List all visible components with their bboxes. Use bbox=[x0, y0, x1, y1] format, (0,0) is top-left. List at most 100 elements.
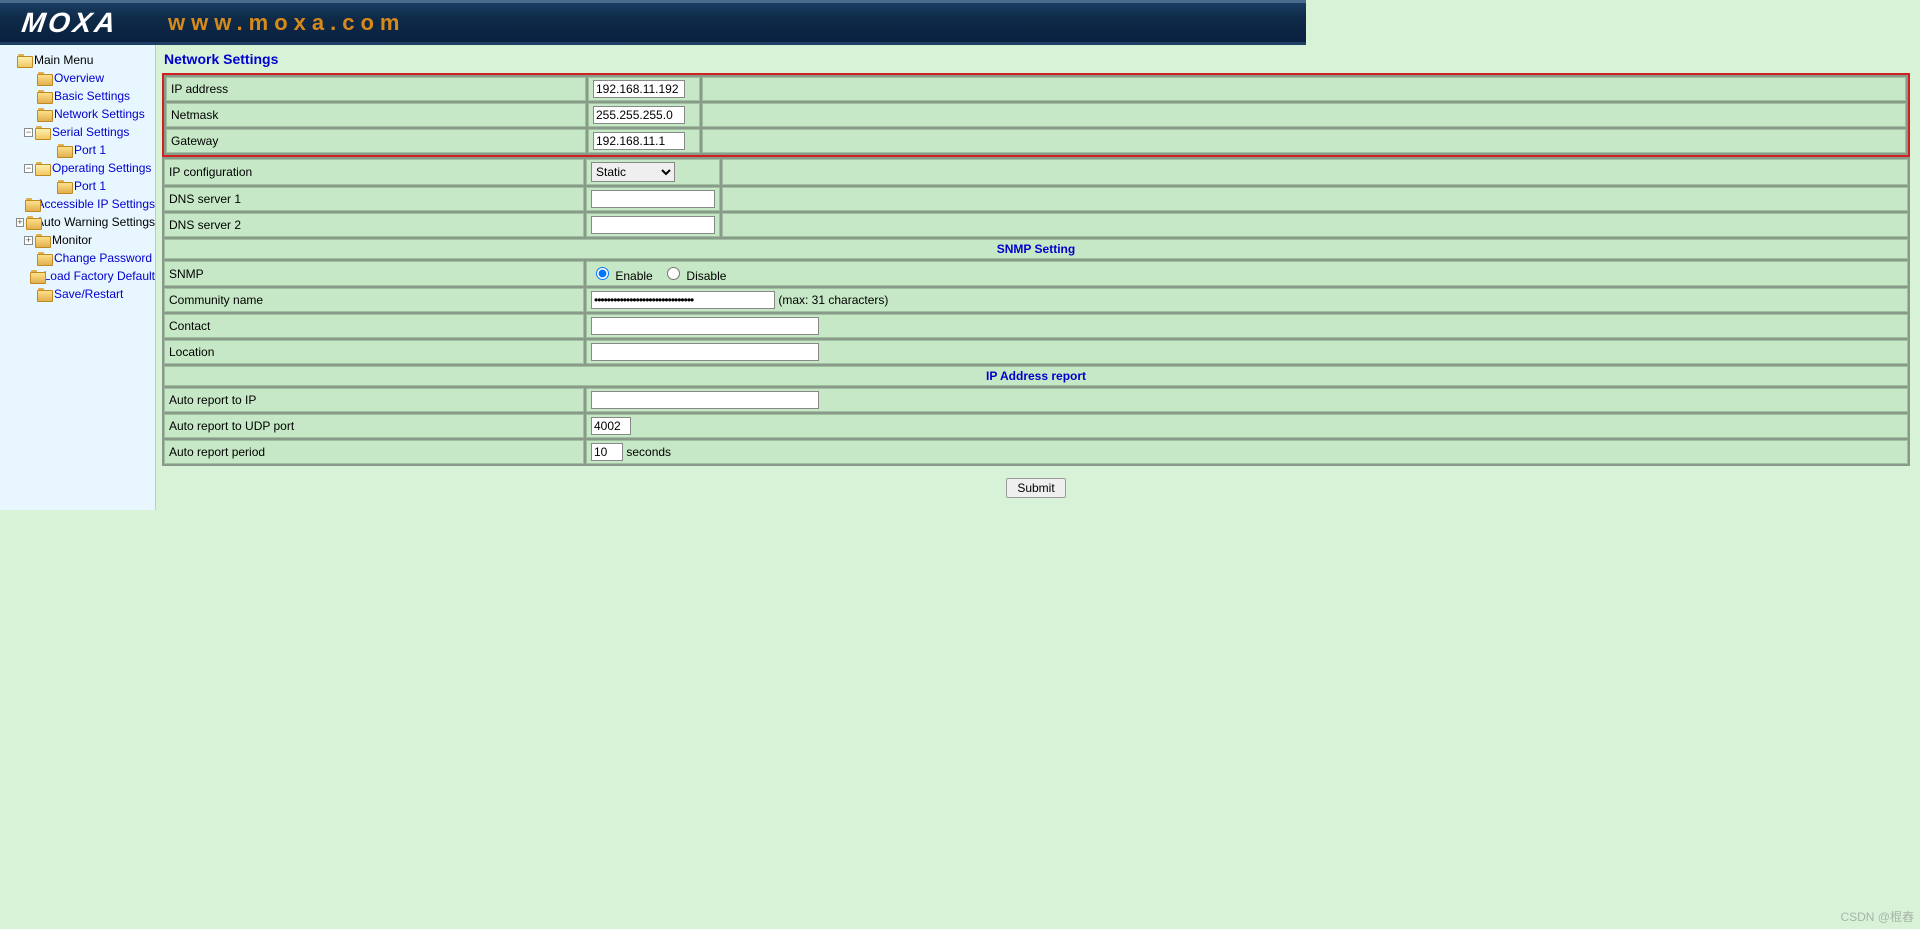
snmp-section-header: SNMP Setting bbox=[164, 239, 1908, 259]
network-table: IP configuration Static DNS server 1 DNS… bbox=[162, 157, 1910, 466]
snmp-enable-radio[interactable] bbox=[596, 267, 609, 280]
sidebar-item-label: Auto Warning Settings bbox=[36, 215, 155, 229]
sidebar-item-overview[interactable]: Overview bbox=[0, 69, 155, 87]
gateway-spacer bbox=[702, 129, 1906, 153]
sidebar-item-save/restart[interactable]: Save/Restart bbox=[0, 285, 155, 303]
folder-icon bbox=[37, 252, 52, 264]
sidebar-item-port-1[interactable]: Port 1 bbox=[0, 141, 155, 159]
contact-input[interactable] bbox=[591, 317, 819, 335]
folder-icon bbox=[30, 270, 41, 282]
location-label: Location bbox=[164, 340, 584, 364]
auto-period-label: Auto report period bbox=[164, 440, 584, 464]
snmp-label: SNMP bbox=[164, 261, 584, 286]
sidebar-item-serial-settings[interactable]: − Serial Settings bbox=[0, 123, 155, 141]
auto-udp-label: Auto report to UDP port bbox=[164, 414, 584, 438]
auto-udp-input[interactable] bbox=[591, 417, 631, 435]
ip-address-label: IP address bbox=[166, 77, 586, 101]
snmp-disable-radio[interactable] bbox=[667, 267, 680, 280]
dns1-input[interactable] bbox=[591, 190, 715, 208]
sidebar-item-link[interactable]: Port 1 bbox=[74, 179, 106, 193]
network-highlight-table: IP address Netmask Gateway bbox=[164, 75, 1908, 155]
sidebar-item-link[interactable]: Change Password bbox=[54, 251, 152, 265]
auto-ip-label: Auto report to IP bbox=[164, 388, 584, 412]
auto-ip-input[interactable] bbox=[591, 391, 819, 409]
brand-text: MOXA bbox=[20, 7, 120, 39]
ipreport-section-header: IP Address report bbox=[164, 366, 1908, 386]
dns1-spacer bbox=[722, 187, 1908, 211]
header-right bbox=[1306, 0, 1920, 42]
folder-icon bbox=[37, 288, 52, 300]
submit-row: Submit bbox=[162, 466, 1910, 510]
sidebar-item-accessible-ip-settings[interactable]: Accessible IP Settings bbox=[0, 195, 155, 213]
sidebar-item-link[interactable]: Overview bbox=[54, 71, 104, 85]
sidebar-item-network-settings[interactable]: Network Settings bbox=[0, 105, 155, 123]
ip-address-spacer bbox=[702, 77, 1906, 101]
sidebar-item-basic-settings[interactable]: Basic Settings bbox=[0, 87, 155, 105]
folder-icon bbox=[57, 180, 72, 192]
folder-icon bbox=[35, 162, 50, 174]
gateway-input[interactable] bbox=[593, 132, 685, 150]
highlight-box: IP address Netmask Gateway bbox=[162, 73, 1910, 157]
auto-period-unit: seconds bbox=[626, 445, 671, 459]
folder-icon bbox=[37, 72, 52, 84]
page-title: Network Settings bbox=[164, 51, 1910, 67]
location-input[interactable] bbox=[591, 343, 819, 361]
folder-icon bbox=[35, 234, 50, 246]
header-left: MOXA www.moxa.com bbox=[0, 0, 1306, 42]
tree-toggle-icon[interactable]: − bbox=[24, 164, 33, 173]
community-input[interactable] bbox=[591, 291, 775, 309]
dns1-label: DNS server 1 bbox=[164, 187, 584, 211]
sidebar-item-link[interactable]: Serial Settings bbox=[52, 125, 129, 139]
folder-icon bbox=[37, 108, 52, 120]
tree-toggle-icon[interactable]: + bbox=[16, 218, 23, 227]
netmask-label: Netmask bbox=[166, 103, 586, 127]
sidebar-item-link[interactable]: Basic Settings bbox=[54, 89, 130, 103]
community-label: Community name bbox=[164, 288, 584, 312]
sidebar-item-link[interactable]: Load Factory Default bbox=[44, 269, 155, 283]
sidebar-item-link[interactable]: Accessible IP Settings bbox=[36, 197, 155, 211]
watermark: CSDN @棍舂 bbox=[1840, 908, 1914, 925]
content: Network Settings IP address Netmask Gate… bbox=[156, 45, 1920, 510]
sidebar-root[interactable]: Main Menu bbox=[0, 51, 155, 69]
snmp-disable-text: Disable bbox=[686, 269, 726, 283]
community-hint: (max: 31 characters) bbox=[778, 293, 888, 307]
ip-config-spacer bbox=[722, 159, 1908, 185]
folder-icon bbox=[37, 90, 52, 102]
dns2-label: DNS server 2 bbox=[164, 213, 584, 237]
brand-logo: MOXA bbox=[22, 7, 118, 39]
sidebar-item-auto-warning-settings[interactable]: + Auto Warning Settings bbox=[0, 213, 155, 231]
dns2-spacer bbox=[722, 213, 1908, 237]
folder-open-icon bbox=[17, 54, 32, 66]
sidebar-item-link[interactable]: Operating Settings bbox=[52, 161, 151, 175]
folder-icon bbox=[57, 144, 72, 156]
sidebar-item-port-1[interactable]: Port 1 bbox=[0, 177, 155, 195]
sidebar-item-link[interactable]: Save/Restart bbox=[54, 287, 123, 301]
sidebar-item-link[interactable]: Port 1 bbox=[74, 143, 106, 157]
sidebar-item-monitor[interactable]: + Monitor bbox=[0, 231, 155, 249]
sidebar-item-operating-settings[interactable]: − Operating Settings bbox=[0, 159, 155, 177]
sidebar-item-link[interactable]: Network Settings bbox=[54, 107, 145, 121]
sidebar-item-label: Monitor bbox=[52, 233, 92, 247]
contact-label: Contact bbox=[164, 314, 584, 338]
ip-config-label: IP configuration bbox=[164, 159, 584, 185]
folder-icon bbox=[26, 216, 35, 228]
folder-icon bbox=[25, 198, 34, 210]
submit-button[interactable]: Submit bbox=[1006, 478, 1065, 498]
ip-config-select[interactable]: Static bbox=[591, 162, 675, 182]
dns2-input[interactable] bbox=[591, 216, 715, 234]
snmp-disable-label[interactable]: Disable bbox=[662, 269, 726, 283]
header-bar: MOXA www.moxa.com bbox=[0, 0, 1920, 42]
tree-toggle-icon[interactable]: + bbox=[24, 236, 33, 245]
ip-address-input[interactable] bbox=[593, 80, 685, 98]
snmp-enable-label[interactable]: Enable bbox=[591, 269, 656, 283]
netmask-input[interactable] bbox=[593, 106, 685, 124]
auto-period-input[interactable] bbox=[591, 443, 623, 461]
snmp-enable-text: Enable bbox=[615, 269, 652, 283]
sidebar-item-load-factory-default[interactable]: Load Factory Default bbox=[0, 267, 155, 285]
tree-toggle-icon[interactable]: − bbox=[24, 128, 33, 137]
sidebar-item-change-password[interactable]: Change Password bbox=[0, 249, 155, 267]
gateway-label: Gateway bbox=[166, 129, 586, 153]
sidebar: Main Menu Overview Basic Settings Networ… bbox=[0, 45, 156, 510]
netmask-spacer bbox=[702, 103, 1906, 127]
sidebar-root-label: Main Menu bbox=[34, 53, 93, 67]
